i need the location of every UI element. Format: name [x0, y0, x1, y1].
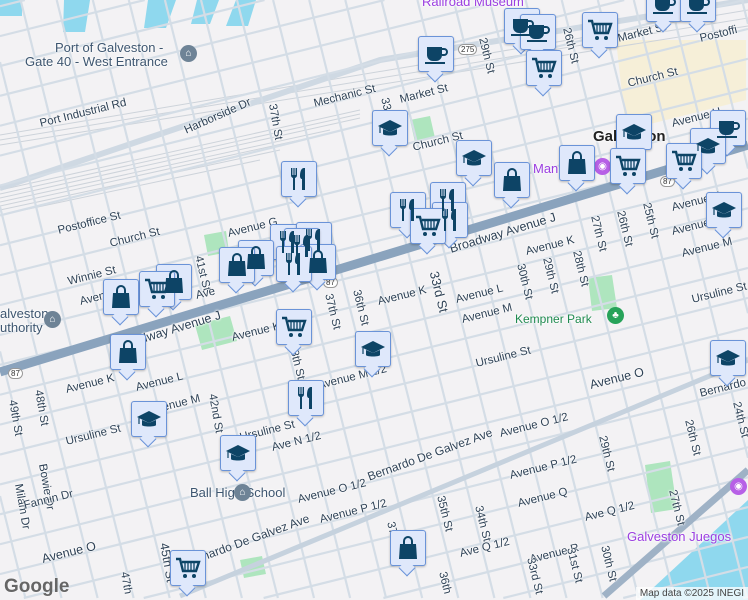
shopping-cart-icon: [281, 314, 307, 340]
shopping-bag-icon: [564, 150, 590, 176]
street-line: [0, 296, 748, 486]
coffee-marker[interactable]: [646, 0, 682, 22]
shopping-bag-marker[interactable]: [559, 145, 595, 181]
grocery-cart-marker[interactable]: [526, 50, 562, 86]
park-pin-icon[interactable]: ♣: [607, 307, 624, 324]
school-marker[interactable]: [355, 331, 391, 367]
graduation-cap-icon: [461, 145, 487, 171]
coffee-cup-icon: [423, 41, 449, 67]
place-authority-line1: alveston: [0, 306, 49, 321]
highway-shield-87: 87: [8, 368, 23, 379]
shopping-cart-icon: [587, 17, 613, 43]
place-galveston-juegos[interactable]: Galveston Juegos: [627, 529, 731, 544]
grocery-cart-marker[interactable]: [410, 208, 446, 244]
fork-knife-icon: [293, 385, 319, 411]
restaurant-marker[interactable]: [288, 380, 324, 416]
shopping-bag-icon: [108, 284, 134, 310]
google-logo: Google: [4, 576, 70, 597]
fork-knife-icon: [281, 251, 307, 277]
shopping-bag-marker[interactable]: [219, 247, 255, 283]
port-pin-icon[interactable]: ⌂: [180, 45, 197, 62]
place-mangos[interactable]: Man: [533, 161, 558, 176]
shopping-cart-icon: [671, 148, 697, 174]
grocery-cart-marker[interactable]: [666, 143, 702, 179]
coffee-cup-icon: [525, 19, 551, 45]
shopping-cart-icon: [415, 213, 441, 239]
graduation-cap-icon: [715, 345, 741, 371]
grocery-cart-marker[interactable]: [610, 148, 646, 184]
graduation-cap-icon: [695, 133, 721, 159]
place-port-line2: Gate 40 - West Entrance: [25, 54, 168, 69]
grocery-cart-marker[interactable]: [582, 12, 618, 48]
shopping-bag-icon: [305, 249, 331, 275]
shopping-bag-marker[interactable]: [103, 279, 139, 315]
shopping-cart-icon: [144, 276, 170, 302]
shopping-cart-icon: [175, 555, 201, 581]
grocery-cart-marker[interactable]: [139, 271, 175, 307]
school-marker[interactable]: [456, 140, 492, 176]
highway-shield-275: 275: [458, 44, 478, 55]
coffee-marker[interactable]: [680, 0, 716, 22]
graduation-cap-icon: [225, 440, 251, 466]
authority-pin-icon[interactable]: ⌂: [44, 311, 61, 328]
shopping-bag-marker[interactable]: [110, 334, 146, 370]
grocery-cart-marker[interactable]: [170, 550, 206, 586]
graduation-cap-icon: [711, 197, 737, 223]
place-port-line1: Port of Galveston -: [55, 40, 164, 55]
street-line: [740, 0, 748, 25]
school-marker[interactable]: [616, 114, 652, 150]
juegos-pin-icon[interactable]: ◉: [730, 478, 747, 495]
graduation-cap-icon: [360, 336, 386, 362]
fork-knife-icon: [286, 166, 312, 192]
camera-pin-icon[interactable]: ◉: [594, 158, 611, 175]
school-marker[interactable]: [372, 110, 408, 146]
graduation-cap-icon: [136, 406, 162, 432]
place-kempner-park[interactable]: Kempner Park: [515, 312, 592, 326]
place-authority-line2: uthority: [0, 320, 43, 335]
shopping-bag-marker[interactable]: [390, 530, 426, 566]
school-marker[interactable]: [706, 192, 742, 228]
restaurant-marker[interactable]: [281, 161, 317, 197]
shopping-bag-icon: [395, 535, 421, 561]
shopping-cart-icon: [531, 55, 557, 81]
map-attribution[interactable]: Map data ©2025 INEGI: [635, 587, 748, 600]
shopping-bag-icon: [224, 252, 250, 278]
school-marker[interactable]: [131, 401, 167, 437]
shopping-bag-icon: [499, 167, 525, 193]
graduation-cap-icon: [377, 115, 403, 141]
school-marker[interactable]: [220, 435, 256, 471]
shopping-cart-icon: [615, 153, 641, 179]
school-pin-icon[interactable]: ⌂: [234, 484, 251, 501]
shopping-bag-marker[interactable]: [494, 162, 530, 198]
grocery-cart-marker[interactable]: [276, 309, 312, 345]
graduation-cap-icon: [621, 119, 647, 145]
coffee-marker[interactable]: [418, 36, 454, 72]
school-marker[interactable]: [710, 340, 746, 376]
coffee-cup-icon: [685, 0, 711, 17]
shopping-bag-icon: [115, 339, 141, 365]
coffee-cup-icon: [651, 0, 677, 17]
coffee-marker[interactable]: [520, 14, 556, 50]
restaurant-marker[interactable]: [276, 246, 312, 282]
